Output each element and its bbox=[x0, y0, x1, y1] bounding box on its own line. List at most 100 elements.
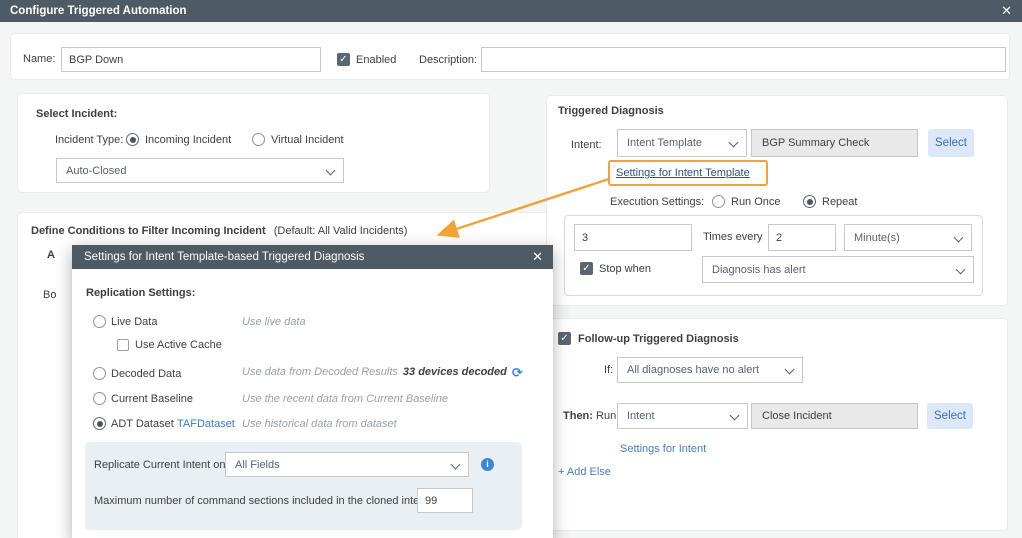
max-sections-label: Maximum number of command sections inclu… bbox=[94, 495, 432, 508]
virtual-incident-radio[interactable] bbox=[252, 133, 265, 146]
triggered-diagnosis-card: Triggered Diagnosis Intent: Intent Templ… bbox=[546, 95, 1008, 306]
adt-dataset-radio[interactable] bbox=[93, 417, 106, 430]
intent-type-dropdown[interactable]: Intent Template bbox=[617, 129, 747, 157]
interval-unit-value: Minute(s) bbox=[854, 232, 900, 244]
configure-triggered-automation-dialog: Configure Triggered Automation ✕ Name: ✓… bbox=[0, 0, 1022, 538]
chevron-down-icon bbox=[451, 461, 459, 469]
stop-when-checkbox[interactable]: ✓ bbox=[580, 262, 593, 275]
define-conditions-title: Define Conditions to Filter Incoming Inc… bbox=[31, 225, 266, 237]
obscured-add-label: A bbox=[47, 249, 55, 262]
chevron-down-icon bbox=[729, 139, 737, 147]
intent-select-button[interactable]: Select bbox=[928, 129, 974, 157]
name-label: Name: bbox=[23, 53, 55, 66]
then-select-button[interactable]: Select bbox=[927, 403, 973, 429]
then-type-value: Intent bbox=[627, 410, 655, 422]
virtual-incident-label: Virtual Incident bbox=[271, 134, 344, 147]
run-label: Run bbox=[596, 410, 616, 422]
decoded-data-hint: Use data from Decoded Results bbox=[242, 366, 398, 378]
adt-dataset-label: ADT Dataset bbox=[111, 418, 174, 431]
decoded-data-radio[interactable] bbox=[93, 367, 106, 380]
check-icon: ✓ bbox=[582, 263, 590, 274]
enabled-checkbox[interactable]: ✓ bbox=[337, 53, 350, 66]
refresh-icon[interactable]: ⟳ bbox=[512, 367, 523, 378]
incoming-incident-label: Incoming Incident bbox=[145, 134, 231, 147]
followup-checkbox[interactable]: ✓ bbox=[558, 332, 571, 345]
chevron-down-icon bbox=[954, 234, 962, 242]
decoded-data-label: Decoded Data bbox=[111, 368, 181, 381]
live-data-hint: Use live data bbox=[242, 316, 306, 329]
times-every-label: Times every bbox=[703, 231, 763, 244]
popup-close-icon[interactable]: ✕ bbox=[532, 245, 543, 269]
then-select-label: Select bbox=[934, 410, 966, 422]
execution-settings-label: Execution Settings: bbox=[610, 196, 704, 209]
replication-settings-title: Replication Settings: bbox=[86, 287, 195, 300]
general-settings-card: Name: ✓ Enabled Description: bbox=[10, 33, 1010, 80]
incoming-incident-radio[interactable] bbox=[126, 133, 139, 146]
select-incident-card: Select Incident: Incident Type: Incoming… bbox=[17, 93, 490, 193]
taf-dataset-link[interactable]: TAFDataset bbox=[177, 418, 235, 431]
run-once-radio[interactable] bbox=[712, 195, 725, 208]
followup-diagnosis-card: ✓ Follow-up Triggered Diagnosis If: All … bbox=[546, 318, 1008, 531]
use-active-cache-checkbox[interactable] bbox=[117, 339, 129, 351]
repeat-label: Repeat bbox=[822, 196, 857, 209]
repeat-times-input[interactable] bbox=[574, 224, 692, 251]
intent-label: Intent: bbox=[571, 139, 602, 152]
obscured-condition-label: Bo bbox=[43, 289, 56, 302]
add-else-link[interactable]: + Add Else bbox=[558, 466, 611, 479]
live-data-label: Live Data bbox=[111, 316, 157, 329]
chevron-down-icon bbox=[785, 366, 793, 374]
live-data-radio[interactable] bbox=[93, 315, 106, 328]
run-once-label: Run Once bbox=[731, 196, 781, 209]
then-type-dropdown[interactable]: Intent bbox=[617, 403, 748, 429]
dialog-titlebar: Configure Triggered Automation ✕ bbox=[0, 0, 1022, 22]
stop-condition-value: Diagnosis has alert bbox=[712, 264, 806, 276]
replicate-fields-dropdown[interactable]: All Fields bbox=[225, 452, 469, 477]
current-baseline-label: Current Baseline bbox=[111, 393, 193, 406]
dialog-close-icon[interactable]: ✕ bbox=[1001, 0, 1012, 22]
max-sections-input[interactable] bbox=[417, 488, 473, 513]
popup-titlebar: Settings for Intent Template-based Trigg… bbox=[72, 245, 553, 269]
enabled-label: Enabled bbox=[356, 54, 396, 67]
followup-title: Follow-up Triggered Diagnosis bbox=[578, 333, 739, 346]
name-input[interactable] bbox=[61, 47, 321, 72]
intent-name-value: BGP Summary Check bbox=[762, 137, 869, 149]
select-incident-title: Select Incident: bbox=[36, 108, 117, 121]
incident-status-value: Auto-Closed bbox=[66, 165, 127, 177]
chevron-down-icon bbox=[956, 266, 964, 274]
then-label: Then: bbox=[563, 410, 593, 422]
info-icon[interactable]: i bbox=[481, 458, 494, 471]
check-icon: ✓ bbox=[560, 333, 568, 344]
interval-unit-dropdown[interactable]: Minute(s) bbox=[844, 224, 972, 251]
current-baseline-hint: Use the recent data from Current Baselin… bbox=[242, 393, 448, 406]
incident-status-dropdown[interactable]: Auto-Closed bbox=[56, 158, 344, 183]
settings-for-intent-template-link[interactable]: Settings for Intent Template bbox=[616, 167, 750, 179]
current-baseline-radio[interactable] bbox=[93, 392, 106, 405]
repeat-settings-box: Times every Minute(s) ✓ Stop when Diagno… bbox=[564, 215, 983, 296]
then-run-label: Then: Run bbox=[563, 410, 616, 423]
intent-template-settings-popup: Settings for Intent Template-based Trigg… bbox=[72, 245, 553, 538]
stop-condition-dropdown[interactable]: Diagnosis has alert bbox=[702, 256, 974, 283]
if-label: If: bbox=[604, 364, 613, 377]
adt-dataset-hint: Use historical data from dataset bbox=[242, 418, 397, 431]
if-condition-dropdown[interactable]: All diagnoses have no alert bbox=[617, 357, 803, 383]
stop-when-label: Stop when bbox=[599, 263, 651, 276]
replicate-intent-label: Replicate Current Intent on: bbox=[94, 459, 229, 472]
description-label: Description: bbox=[419, 54, 477, 67]
triggered-diagnosis-title: Triggered Diagnosis bbox=[558, 105, 664, 118]
intent-type-value: Intent Template bbox=[627, 137, 702, 149]
incident-type-label: Incident Type: bbox=[55, 134, 123, 147]
clone-settings-box: Replicate Current Intent on: All Fields … bbox=[85, 442, 522, 530]
chevron-down-icon bbox=[730, 412, 738, 420]
use-active-cache-label: Use Active Cache bbox=[135, 339, 222, 352]
if-condition-value: All diagnoses have no alert bbox=[627, 364, 759, 376]
chevron-down-icon bbox=[326, 167, 334, 175]
description-input[interactable] bbox=[481, 47, 1006, 72]
settings-for-intent-link[interactable]: Settings for Intent bbox=[620, 443, 706, 456]
repeat-radio[interactable] bbox=[803, 195, 816, 208]
repeat-interval-input[interactable] bbox=[768, 224, 836, 251]
dialog-title: Configure Triggered Automation bbox=[10, 5, 187, 17]
popup-title: Settings for Intent Template-based Trigg… bbox=[84, 251, 364, 263]
replicate-fields-value: All Fields bbox=[235, 459, 280, 471]
intent-name-field: BGP Summary Check bbox=[751, 129, 918, 157]
then-intent-value: Close Incident bbox=[762, 410, 832, 422]
